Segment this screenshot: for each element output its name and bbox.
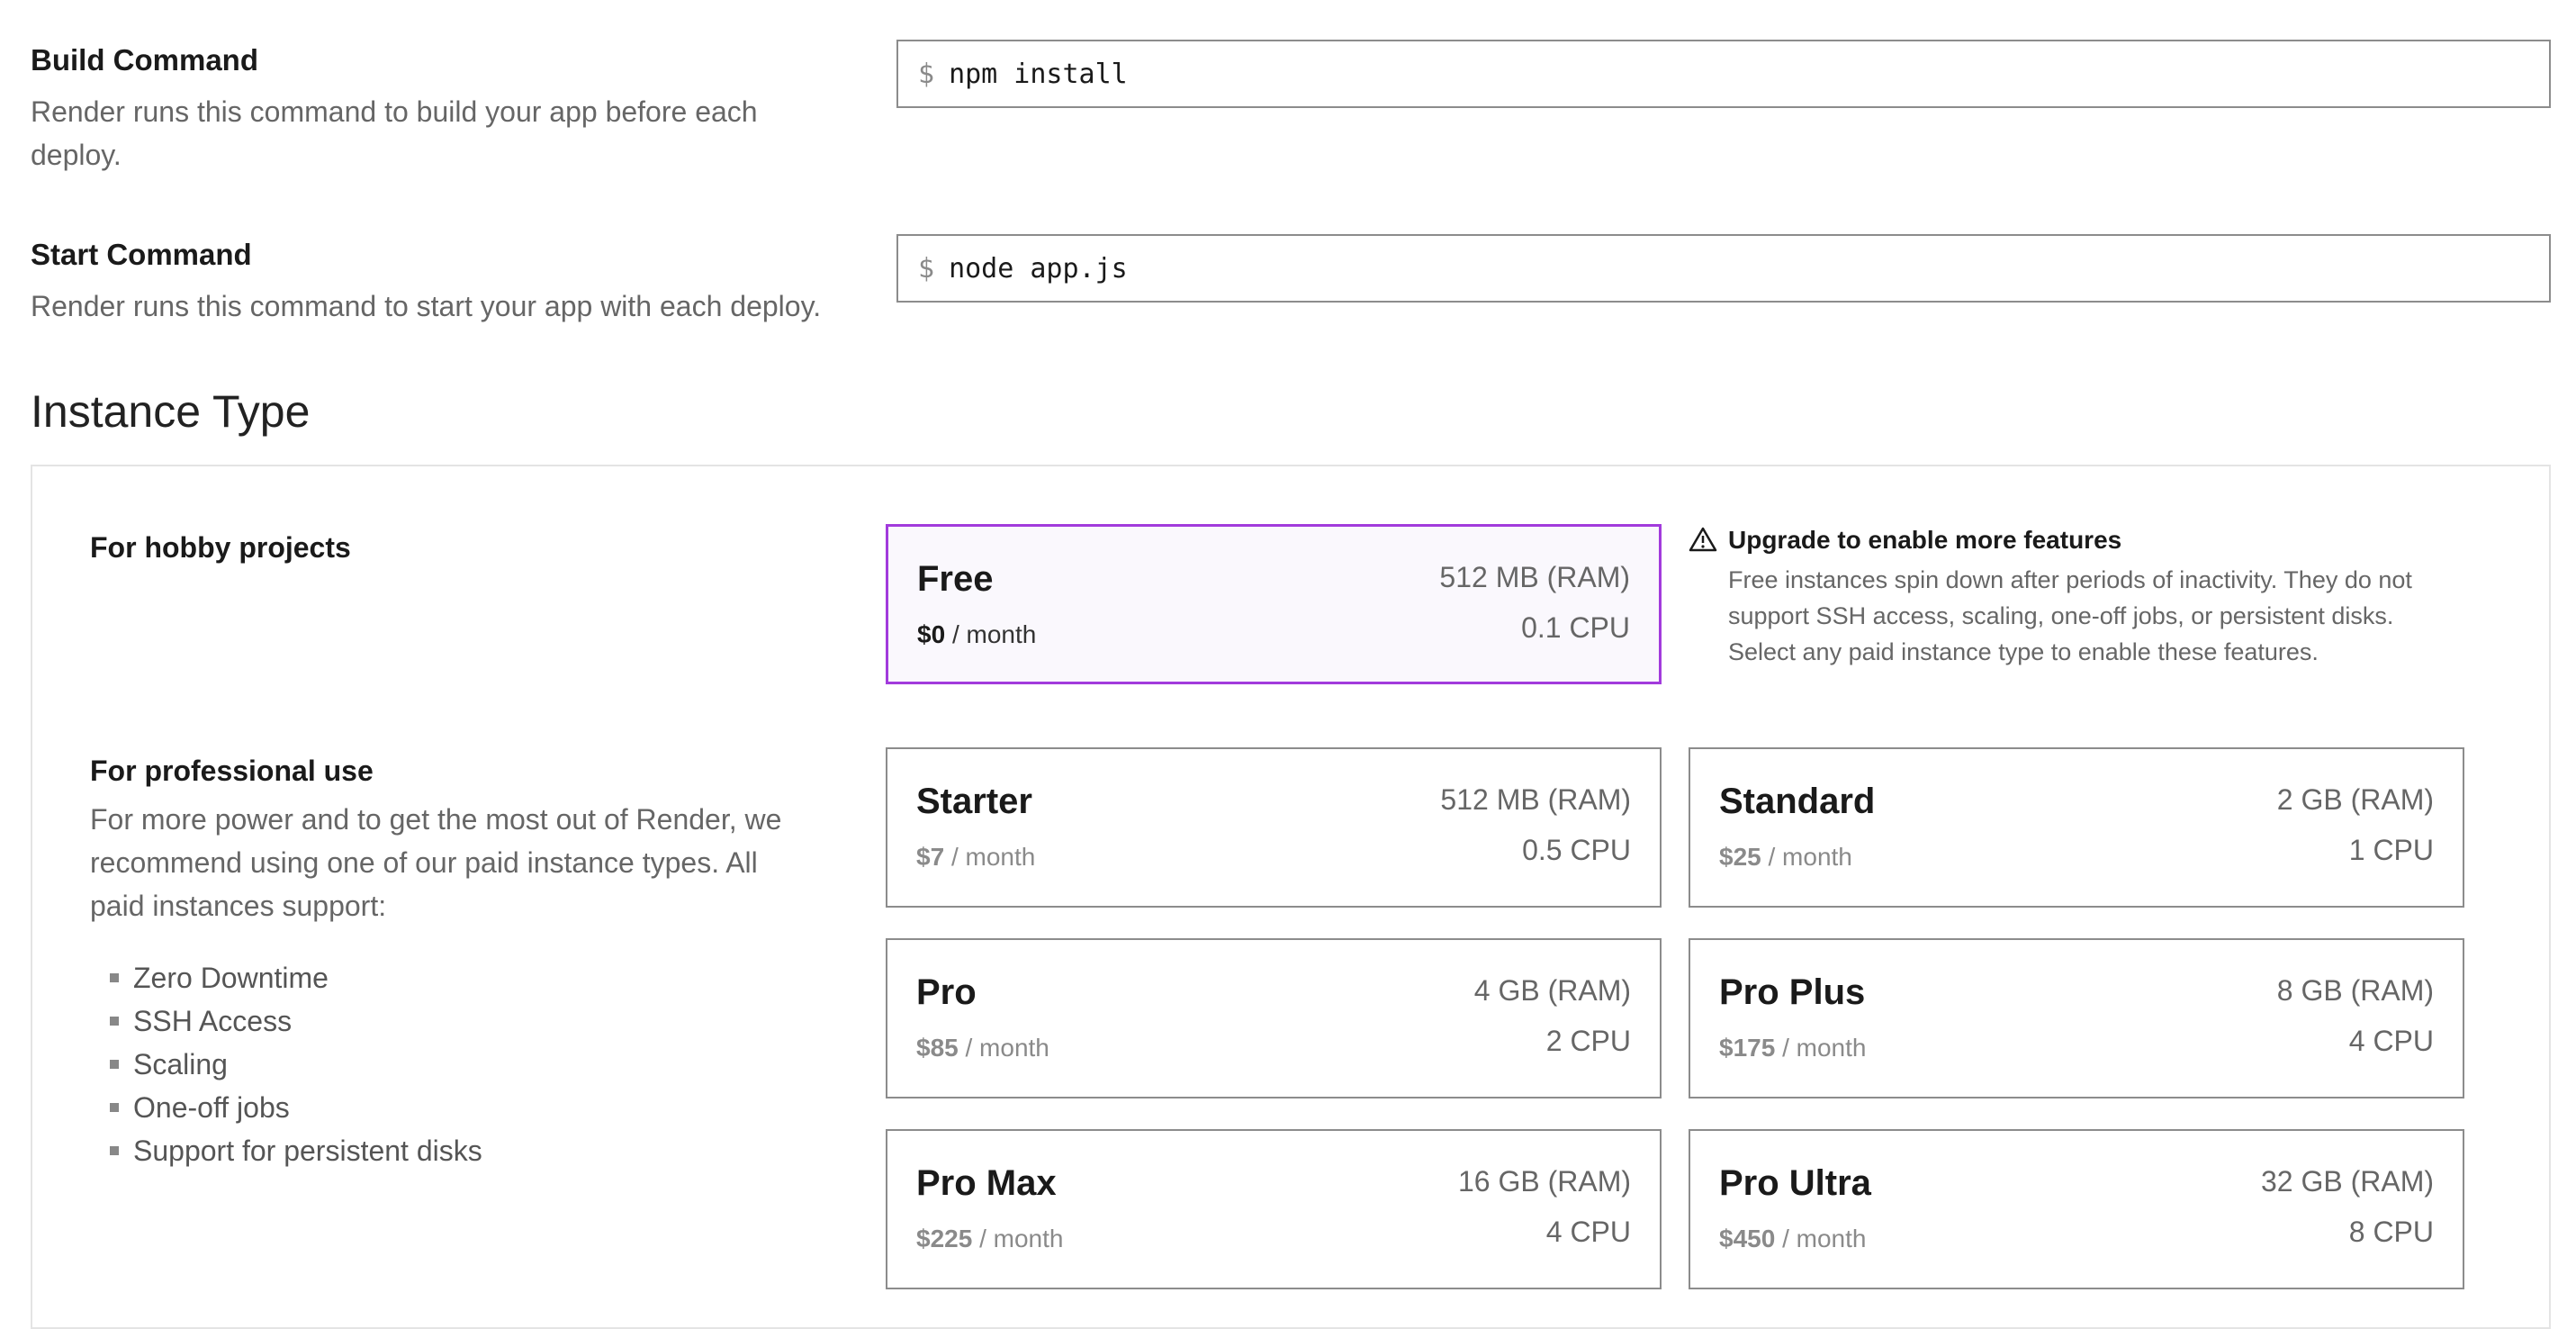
upgrade-notice-title: Upgrade to enable more features <box>1728 526 2122 554</box>
plan-card-pro-max[interactable]: Pro Max $225 / month 16 GB (RAM) 4 CPU <box>886 1129 1662 1289</box>
bullet-icon <box>110 1017 119 1026</box>
plan-price: $0 / month <box>917 620 1037 648</box>
plan-price: $25 / month <box>1719 843 1852 871</box>
list-item: Zero Downtime <box>90 956 482 999</box>
plan-price: $175 / month <box>1719 1034 1867 1062</box>
plan-card-pro-ultra[interactable]: Pro Ultra $450 / month 32 GB (RAM) 8 CPU <box>1689 1129 2464 1289</box>
upgrade-notice-body: Free instances spin down after periods o… <box>1728 566 2412 665</box>
plan-name: Pro <box>916 972 977 1012</box>
plan-name: Pro Plus <box>1719 972 1866 1012</box>
plan-name: Pro Max <box>916 1163 1057 1203</box>
list-item: SSH Access <box>90 999 482 1043</box>
plan-cpu: 1 CPU <box>2348 834 2434 866</box>
plan-ram: 32 GB (RAM) <box>2260 1165 2434 1198</box>
plan-cpu: 0.5 CPU <box>1522 834 1631 866</box>
plan-card-pro[interactable]: Pro $85 / month 4 GB (RAM) 2 CPU <box>886 938 1662 1098</box>
plan-card-standard[interactable]: Standard $25 / month 2 GB (RAM) 1 CPU <box>1689 747 2464 908</box>
plan-ram: 4 GB (RAM) <box>1473 974 1631 1007</box>
build-command-title: Build Command <box>31 43 258 77</box>
warning-triangle-icon <box>1689 527 1717 552</box>
plan-cpu: 8 CPU <box>2348 1216 2434 1248</box>
plan-price: $85 / month <box>916 1034 1049 1062</box>
plan-card-free[interactable]: Free $0 / month 512 MB (RAM) 0.1 CPU <box>886 524 1662 684</box>
plan-card-pro-plus[interactable]: Pro Plus $175 / month 8 GB (RAM) 4 CPU <box>1689 938 2464 1098</box>
professional-description: For more power and to get the most out o… <box>90 803 782 922</box>
bullet-icon <box>110 1060 119 1069</box>
plan-name: Standard <box>1719 782 1876 821</box>
plan-card-starter[interactable]: Starter $7 / month 512 MB (RAM) 0.5 CPU <box>886 747 1662 908</box>
bullet-icon <box>110 1103 119 1112</box>
plan-name: Pro Ultra <box>1719 1163 1871 1203</box>
plan-ram: 8 GB (RAM) <box>2276 974 2434 1007</box>
start-command-description: Render runs this command to start your a… <box>31 290 822 322</box>
bullet-icon <box>110 1146 119 1155</box>
plan-cpu: 0.1 CPU <box>1521 611 1630 644</box>
feature-list: Zero Downtime SSH Access Scaling One-off… <box>90 956 482 1172</box>
plan-price: $450 / month <box>1719 1225 1867 1252</box>
plan-cpu: 2 CPU <box>1545 1025 1631 1057</box>
plan-name: Starter <box>916 782 1032 821</box>
plan-ram: 512 MB (RAM) <box>1440 783 1631 816</box>
start-command-input[interactable]: $ node app.js <box>896 234 2551 303</box>
list-item: Support for persistent disks <box>90 1129 482 1172</box>
instance-type-title: Instance Type <box>31 386 311 437</box>
professional-group-title: For professional use <box>90 755 374 787</box>
hobby-group-title: For hobby projects <box>90 531 351 564</box>
plan-price: $7 / month <box>916 843 1036 871</box>
build-command-value: npm install <box>949 58 1128 90</box>
shell-prompt-icon: $ <box>918 58 935 90</box>
list-item: One-off jobs <box>90 1086 482 1129</box>
start-command-title: Start Command <box>31 238 252 271</box>
build-command-input[interactable]: $ npm install <box>896 40 2551 108</box>
plan-price: $225 / month <box>916 1225 1064 1252</box>
list-item: Scaling <box>90 1043 482 1086</box>
plan-cpu: 4 CPU <box>1545 1216 1631 1248</box>
start-command-value: node app.js <box>949 252 1128 285</box>
plan-cpu: 4 CPU <box>2348 1025 2434 1057</box>
plan-name: Free <box>917 559 994 599</box>
build-command-description: Render runs this command to build your a… <box>31 95 758 171</box>
plan-ram: 2 GB (RAM) <box>2276 783 2434 816</box>
plan-ram: 16 GB (RAM) <box>1457 1165 1631 1198</box>
plan-ram: 512 MB (RAM) <box>1439 561 1630 593</box>
shell-prompt-icon: $ <box>918 252 935 285</box>
bullet-icon <box>110 973 119 982</box>
